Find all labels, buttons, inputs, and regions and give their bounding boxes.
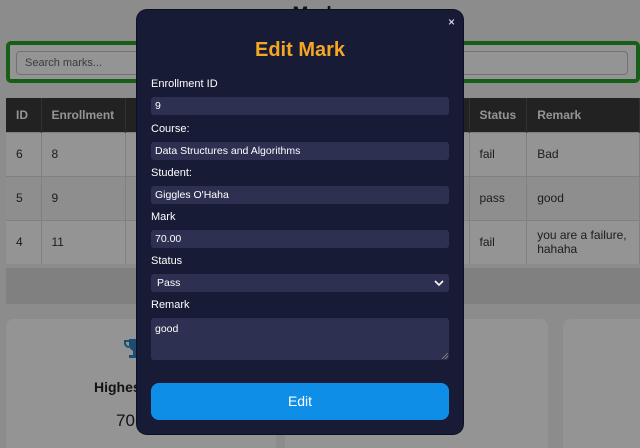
status-label: Status	[151, 255, 183, 267]
course-label: Course:	[151, 123, 190, 135]
chevron-down-icon	[434, 280, 444, 287]
close-icon[interactable]: ×	[448, 15, 455, 29]
resize-handle-icon[interactable]	[442, 353, 448, 359]
edit-mark-modal: × Edit Mark Enrollment ID Course: Studen…	[137, 10, 463, 434]
student-field[interactable]	[151, 186, 449, 204]
status-select[interactable]: Pass	[151, 274, 449, 292]
mark-field[interactable]	[151, 230, 449, 248]
enrollment-id-field[interactable]	[151, 97, 449, 115]
remark-textarea[interactable]: good	[151, 318, 449, 360]
remark-label: Remark	[151, 299, 190, 311]
modal-title: Edit Mark	[254, 39, 346, 61]
status-select-value: Pass	[157, 277, 181, 289]
student-label: Student:	[151, 167, 192, 179]
mark-label: Mark	[151, 211, 176, 223]
edit-button[interactable]: Edit	[151, 383, 449, 420]
enrollment-id-label: Enrollment ID	[151, 78, 218, 90]
remark-text: good	[155, 323, 179, 335]
course-field[interactable]	[151, 142, 449, 160]
